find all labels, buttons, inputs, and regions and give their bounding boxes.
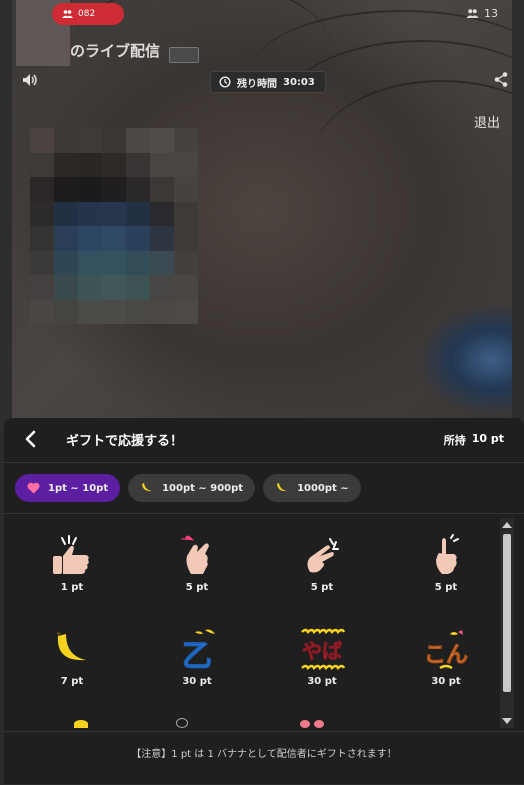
gift-price: 30 pt <box>307 676 337 687</box>
gift-otsu[interactable]: 乙 30 pt <box>135 628 259 714</box>
right-letterbox <box>512 0 524 430</box>
live-stream-video[interactable] <box>12 0 512 430</box>
otsu-text: 乙 <box>182 639 212 672</box>
thumbs-up-icon <box>53 535 89 574</box>
volume-button[interactable] <box>22 72 38 91</box>
gift-price: 30 pt <box>431 676 461 687</box>
gift-panel-title: ギフトで応援する！ <box>66 434 184 449</box>
tab-label: 100pt ~ 900pt <box>162 482 244 494</box>
gift-footer: 【注意】1 pt は 1 バナナとして配信者にギフトされます！ <box>4 731 524 785</box>
history-clock-icon <box>219 76 231 88</box>
price-tabs: 1pt ~ 10pt 100pt ~ 900pt 1000pt ~ <box>15 474 361 502</box>
finger-snap-icon <box>307 538 339 573</box>
share-button[interactable] <box>494 72 508 91</box>
gift-kon[interactable]: こん 30 pt <box>384 628 502 714</box>
banana-icon <box>57 632 86 661</box>
timer-value: 30:03 <box>283 76 315 88</box>
tab-label: 1pt ~ 10pt <box>48 482 109 494</box>
gift-price: 5 pt <box>434 582 458 593</box>
exit-button[interactable]: 退出 <box>474 112 500 131</box>
gift-yaba[interactable]: やば 30 pt <box>260 628 384 714</box>
people-icon <box>62 10 73 18</box>
remaining-time: 残り時間 30:03 <box>210 71 326 93</box>
gift-thumbs-up[interactable]: 1 pt <box>10 534 134 620</box>
banana-icon <box>277 483 288 492</box>
people-icon <box>466 9 479 18</box>
scroll-up-arrow-icon[interactable] <box>502 522 512 528</box>
gift-finger-snap[interactable]: 5 pt <box>260 534 384 620</box>
owned-points: 所持 10 pt <box>444 432 504 448</box>
partial-gift-icon <box>300 720 310 728</box>
viewer-count: 13 <box>466 7 498 20</box>
partial-gift-icon <box>314 720 324 728</box>
heart-icon <box>27 482 40 494</box>
stream-title: のライブ配信 <box>70 42 161 60</box>
chevron-left-icon <box>25 430 36 448</box>
gift-banana[interactable]: 7 pt <box>10 628 134 714</box>
title-tag <box>169 47 199 63</box>
kon-text-icon: こん <box>424 630 468 670</box>
scroll-down-arrow-icon[interactable] <box>502 718 512 724</box>
gift-price: 1 pt <box>60 582 84 593</box>
timer-label: 残り時間 <box>237 78 277 90</box>
scroll-thumb[interactable] <box>503 534 511 692</box>
gift-notice: 【注意】1 pt は 1 バナナとして配信者にギフトされます！ <box>131 749 397 760</box>
owned-points-value: 10 pt <box>471 432 504 445</box>
finger-heart-icon <box>181 535 209 574</box>
left-letterbox <box>0 0 12 430</box>
gift-panel: ギフトで応援する！ 所持 10 pt 1pt ~ 10pt 100pt ~ 90… <box>4 418 524 784</box>
share-icon <box>494 72 508 87</box>
gift-price: 7 pt <box>60 676 84 687</box>
gift-grid: 1 pt 5 pt 5 pt 5 pt 7 pt 乙 30 pt やば 30 p… <box>4 514 502 730</box>
tab-1-10pt[interactable]: 1pt ~ 10pt <box>15 474 121 502</box>
gift-price: 30 pt <box>182 676 212 687</box>
speaker-icon <box>23 74 37 86</box>
tab-1000pt[interactable]: 1000pt ~ <box>263 474 361 502</box>
gift-pointing-up[interactable]: 5 pt <box>384 534 502 620</box>
gift-panel-header: ギフトで応援する！ 所持 10 pt <box>4 418 524 463</box>
tab-100-900pt[interactable]: 100pt ~ 900pt <box>128 474 256 502</box>
viewer-badge: 082 <box>52 3 124 25</box>
partial-gift-icon <box>74 720 88 728</box>
pointing-up-icon <box>436 534 459 574</box>
gift-finger-heart[interactable]: 5 pt <box>135 534 259 620</box>
yaba-text-icon: やば <box>301 628 346 671</box>
tab-label: 1000pt ~ <box>297 482 349 494</box>
viewer-badge-text: 082 <box>78 9 96 19</box>
banana-icon <box>142 483 153 492</box>
viewer-count-value: 13 <box>484 7 498 20</box>
gift-price: 5 pt <box>185 582 209 593</box>
partial-gift-icon <box>176 718 188 728</box>
pixelated-region <box>30 128 198 324</box>
otsu-text-icon: 乙 <box>182 629 215 672</box>
owned-points-label: 所持 <box>443 434 466 447</box>
gift-scrollbar[interactable] <box>500 518 514 728</box>
gift-price: 5 pt <box>310 582 334 593</box>
yaba-text: やば <box>302 639 342 663</box>
back-button[interactable] <box>24 430 38 452</box>
kon-text: こん <box>424 643 468 668</box>
